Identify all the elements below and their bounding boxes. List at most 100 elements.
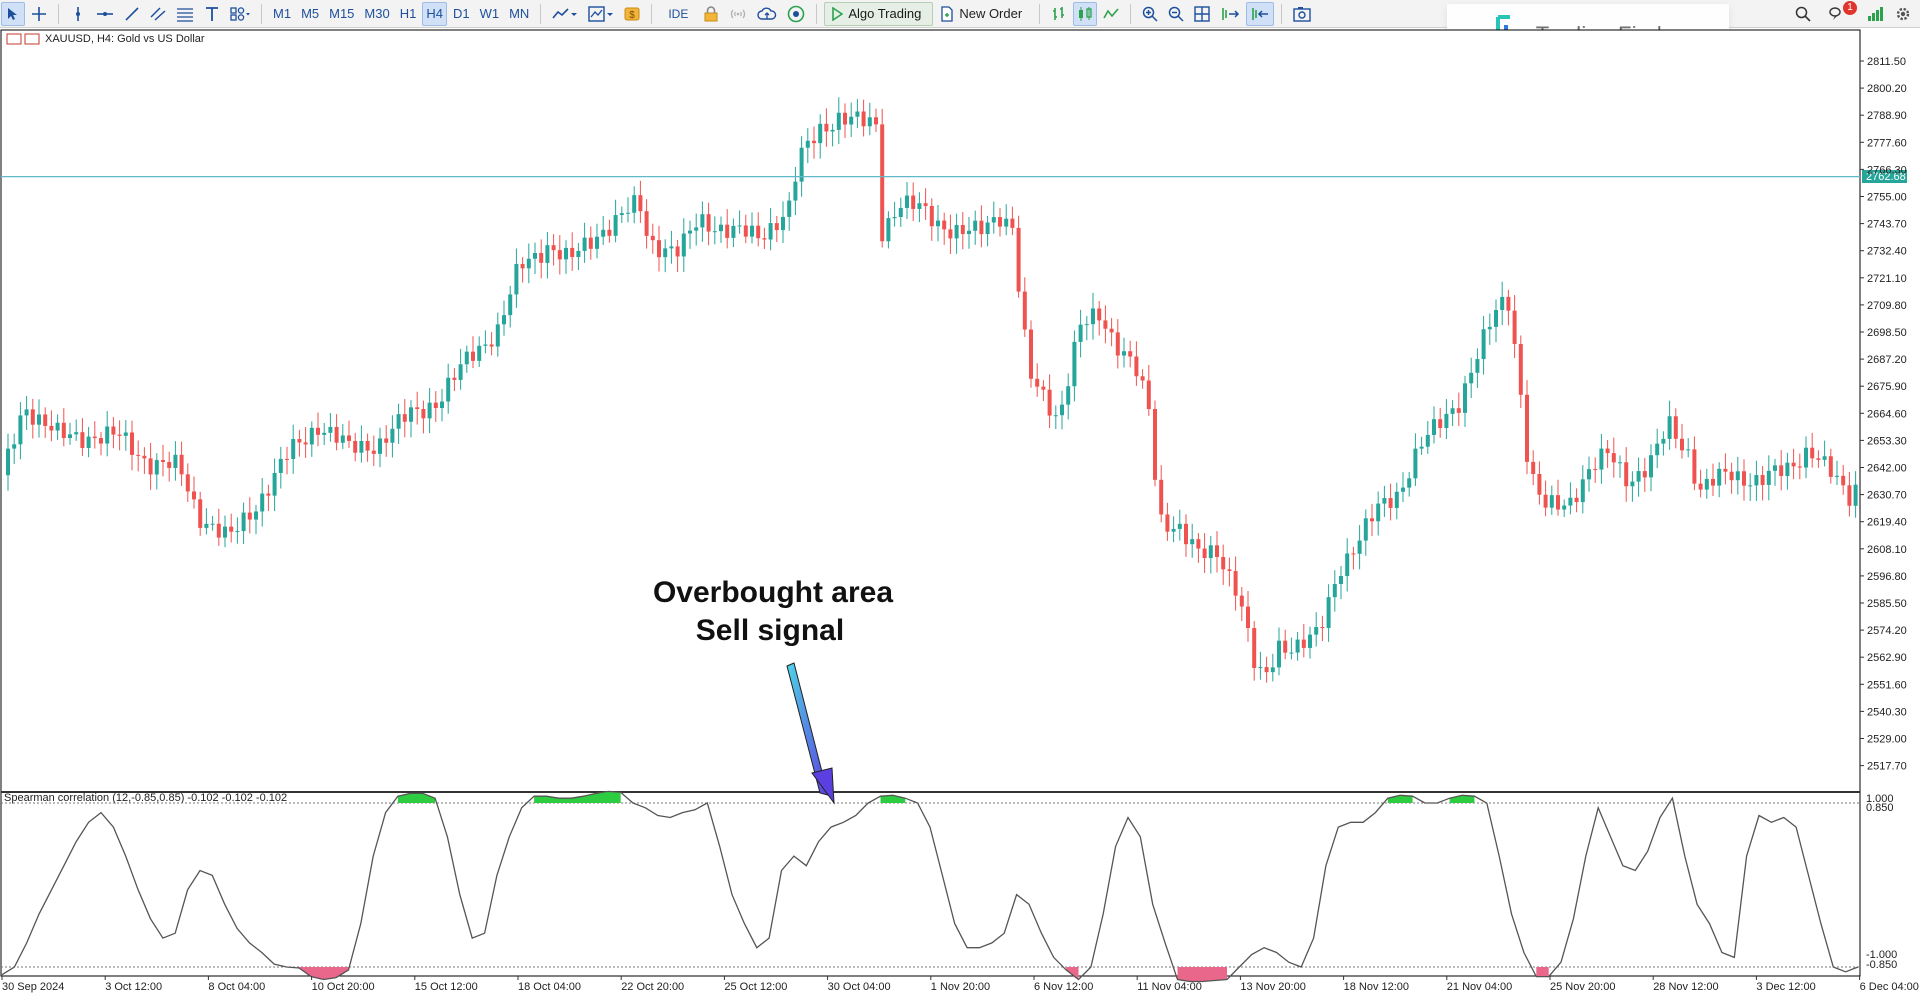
timeframe-h1[interactable]: H1 <box>396 2 421 26</box>
timeframe-w1[interactable]: W1 <box>476 2 504 26</box>
candle-body <box>551 245 556 251</box>
zoom-out-icon[interactable] <box>1164 2 1188 26</box>
candle-body <box>161 460 165 463</box>
indicators-icon[interactable] <box>584 2 618 26</box>
candle-body <box>477 345 482 361</box>
timeframe-m5[interactable]: M5 <box>297 2 323 26</box>
candle-body <box>1630 481 1635 487</box>
candle-body <box>1605 448 1610 454</box>
candle-body <box>1717 468 1722 486</box>
chart-area[interactable]: XAUUSD, H4: Gold vs US Dollar 2762.68 28… <box>0 29 1920 996</box>
signal-icon[interactable] <box>725 2 751 26</box>
screenshot-icon[interactable] <box>1289 2 1315 26</box>
candle-body <box>1599 448 1604 470</box>
candle-body <box>1283 640 1288 653</box>
candle-body <box>1667 416 1672 439</box>
candle-body <box>1729 471 1734 481</box>
chart-shift-icon[interactable] <box>1216 2 1244 26</box>
candle-body <box>74 432 79 435</box>
candle-body <box>1562 505 1567 510</box>
new-order-button[interactable]: New Order <box>935 2 1032 26</box>
candle-body <box>1134 356 1139 377</box>
search-icon[interactable] <box>1791 2 1815 26</box>
candle-body <box>1308 634 1312 648</box>
toolbar-separator <box>540 3 542 24</box>
candle-body <box>768 223 773 240</box>
timeframe-m1[interactable]: M1 <box>269 2 295 26</box>
candle-body <box>322 432 327 435</box>
templates-icon[interactable]: $ <box>620 2 644 26</box>
candle-body <box>30 409 35 425</box>
time-axis[interactable]: 30 Sep 2024 3 Oct 12:00 8 Oct 04:00 10 Oct … <box>1 976 1919 993</box>
indicator-pane[interactable] <box>0 791 1861 977</box>
candle-body <box>1252 628 1257 668</box>
candle-body <box>1277 640 1281 668</box>
candle-body <box>1066 386 1071 405</box>
price-pane[interactable] <box>0 29 1861 793</box>
timeframe-m15[interactable]: M15 <box>325 2 358 26</box>
fibonacci-icon[interactable] <box>172 2 198 26</box>
candle-body <box>793 181 798 201</box>
candle-body <box>942 220 947 230</box>
lock-icon[interactable] <box>699 2 723 26</box>
candlestick-chart-icon[interactable] <box>1073 1 1098 26</box>
svg-text:$: $ <box>630 10 636 21</box>
crosshair-icon[interactable] <box>27 2 51 26</box>
candle-body <box>1326 597 1331 629</box>
zoom-in-icon[interactable] <box>1138 2 1162 26</box>
signal-strength-icon[interactable] <box>1863 2 1889 26</box>
candle-body <box>737 225 742 227</box>
candle-body <box>954 224 959 239</box>
chart-type-icon[interactable] <box>548 2 582 26</box>
price-axis-label: 2551.60 <box>1867 679 1907 691</box>
candle-body <box>1822 456 1827 460</box>
ide-button[interactable]: IDE <box>659 2 697 26</box>
timeframe-h4[interactable]: H4 <box>422 1 447 26</box>
candle-body <box>471 351 475 361</box>
candle-body <box>55 422 60 431</box>
auto-scroll-icon[interactable] <box>1246 1 1275 26</box>
candle-body <box>105 426 110 444</box>
candle-body <box>1196 539 1201 549</box>
candle-body <box>539 252 544 263</box>
candle-body <box>973 220 978 231</box>
candle-body <box>1072 341 1077 387</box>
price-axis-label: 2653.30 <box>1867 435 1907 447</box>
timeframe-label: M1 <box>273 6 292 21</box>
vertical-line-icon[interactable] <box>66 2 90 26</box>
candle-body <box>960 224 965 235</box>
timeframe-mn[interactable]: MN <box>505 2 533 26</box>
candle-body <box>905 195 909 208</box>
candle-body <box>371 450 376 454</box>
candle-body <box>235 531 240 533</box>
algo-trading-button[interactable]: Algo Trading <box>824 1 934 26</box>
candle-body <box>570 247 575 258</box>
time-axis-label: 13 Nov 20:00 <box>1240 981 1305 993</box>
notifications-icon[interactable]: 1 <box>1824 1 1857 26</box>
horizontal-line-icon[interactable] <box>92 2 118 26</box>
price-axis[interactable]: 2811.50 2800.20 2788.90 2777.60 2766.30 2755.… <box>1860 56 1907 773</box>
vps-icon[interactable] <box>783 2 809 26</box>
text-tool-icon[interactable] <box>200 2 224 26</box>
shapes-icon[interactable] <box>226 2 254 26</box>
timeframe-m30[interactable]: M30 <box>360 2 393 26</box>
bar-chart-icon[interactable] <box>1047 2 1071 26</box>
candle-body <box>1184 523 1188 545</box>
candle-body <box>936 220 940 227</box>
cursor-icon[interactable] <box>1 1 25 26</box>
timeframe-d1[interactable]: D1 <box>449 2 474 26</box>
candle-body <box>595 236 599 249</box>
cloud-icon[interactable] <box>753 2 781 26</box>
candle-body <box>750 225 754 237</box>
equidistant-channel-icon[interactable] <box>146 2 170 26</box>
candle-body <box>762 238 767 240</box>
ide-label: IDE <box>668 6 689 21</box>
line-chart-icon[interactable] <box>1099 2 1123 26</box>
time-axis-label: 6 Dec 04:00 <box>1860 981 1919 993</box>
settings-icon[interactable] <box>1891 2 1915 26</box>
timeframe-label: H1 <box>399 6 417 21</box>
tile-windows-icon[interactable] <box>1190 2 1214 26</box>
indicator-label: Spearman correlation (12,-0.85,0.85) -0.… <box>4 792 287 804</box>
price-axis-label: 2664.60 <box>1867 408 1907 420</box>
trendline-icon[interactable] <box>120 2 144 26</box>
